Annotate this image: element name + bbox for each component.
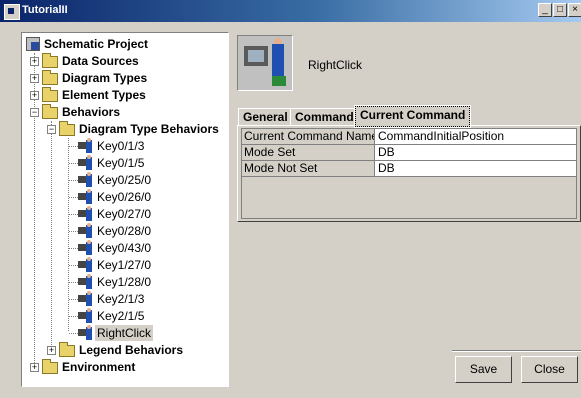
- tree-label: Data Sources: [62, 54, 139, 68]
- tree-line: [51, 121, 52, 349]
- tab-command[interactable]: Command: [290, 108, 359, 126]
- tree-label: Diagram Type Behaviors: [79, 122, 219, 136]
- expand-icon[interactable]: +: [30, 363, 39, 372]
- collapse-icon[interactable]: −: [47, 125, 56, 134]
- property-grid[interactable]: Current Command Name CommandInitialPosit…: [241, 128, 577, 219]
- tree-label: Key1/27/0: [97, 258, 152, 272]
- tab-current-command[interactable]: Current Command: [353, 105, 472, 128]
- behavior-icon: [78, 138, 93, 154]
- property-value[interactable]: DB: [375, 145, 576, 161]
- behavior-name-label: RightClick: [308, 58, 363, 72]
- close-window-button[interactable]: ×: [568, 3, 581, 17]
- tree-label: Legend Behaviors: [79, 343, 184, 357]
- property-value[interactable]: CommandInitialPosition: [375, 129, 576, 145]
- expand-icon[interactable]: +: [30, 91, 39, 100]
- behavior-icon: [78, 325, 93, 341]
- tree-label: Key0/25/0: [97, 173, 152, 187]
- collapse-icon[interactable]: −: [30, 108, 39, 117]
- divider: [452, 350, 581, 352]
- behavior-icon: [78, 291, 93, 307]
- title-bar: TutorialII _ □ ×: [0, 0, 581, 22]
- tree-label: Key0/27/0: [97, 207, 152, 221]
- behavior-icon: [78, 223, 93, 239]
- expand-icon[interactable]: +: [47, 346, 56, 355]
- tree-label: Key2/1/3: [97, 292, 145, 306]
- tree-label: Element Types: [62, 88, 146, 102]
- behavior-icon: [78, 240, 93, 256]
- behavior-icon: [78, 308, 93, 324]
- folder-icon: [42, 87, 58, 102]
- open-folder-icon: [42, 104, 58, 119]
- window-title: TutorialII: [22, 4, 68, 16]
- tree-label: Diagram Types: [62, 71, 148, 85]
- tree-label: Schematic Project: [44, 37, 149, 51]
- tree-label: Key0/1/5: [97, 156, 145, 170]
- tree-label: Key2/1/5: [97, 309, 145, 323]
- tree-label: Environment: [62, 360, 136, 374]
- tab-general[interactable]: General: [238, 108, 293, 126]
- behavior-large-icon: [237, 35, 293, 91]
- property-name: Mode Not Set: [242, 161, 375, 177]
- behavior-icon: [78, 274, 93, 290]
- tree-label: Key0/26/0: [97, 190, 152, 204]
- folder-icon: [59, 342, 75, 357]
- tree-line: [34, 53, 35, 367]
- behavior-icon: [78, 257, 93, 273]
- tree-label: Key0/28/0: [97, 224, 152, 238]
- behavior-icon: [78, 155, 93, 171]
- property-name: Current Command Name: [242, 129, 375, 145]
- property-value[interactable]: DB: [375, 161, 576, 177]
- behavior-icon: [78, 189, 93, 205]
- behavior-icon: [78, 206, 93, 222]
- property-name: Mode Set: [242, 145, 375, 161]
- tree-label: Key1/28/0: [97, 275, 152, 289]
- tree-label: RightClick: [95, 325, 154, 341]
- folder-icon: [42, 53, 58, 68]
- expand-icon[interactable]: +: [30, 57, 39, 66]
- app-icon: [4, 4, 20, 20]
- behavior-icon: [78, 172, 93, 188]
- folder-icon: [42, 70, 58, 85]
- folder-icon: [42, 359, 58, 374]
- project-icon: [26, 37, 40, 51]
- save-button[interactable]: Save: [455, 356, 512, 383]
- open-folder-icon: [59, 121, 75, 136]
- tree-line: [68, 138, 69, 331]
- tree-label: Key0/1/3: [97, 139, 145, 153]
- close-button[interactable]: Close: [521, 356, 578, 383]
- expand-icon[interactable]: +: [30, 74, 39, 83]
- maximize-button[interactable]: □: [553, 3, 567, 17]
- tree-label: Key0/43/0: [97, 241, 152, 255]
- project-tree[interactable]: Schematic Project + Data Sources + Diagr…: [21, 32, 229, 387]
- tree-label: Behaviors: [62, 105, 121, 119]
- minimize-button[interactable]: _: [538, 3, 552, 17]
